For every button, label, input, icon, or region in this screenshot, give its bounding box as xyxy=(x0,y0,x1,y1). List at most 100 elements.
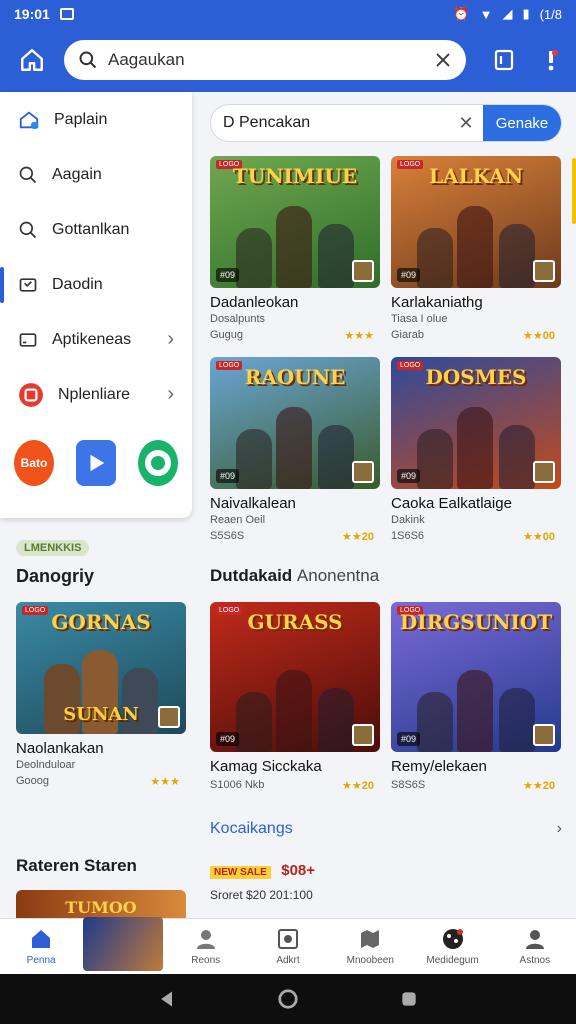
search-button[interactable]: Genake xyxy=(483,105,561,141)
app-shortcut-bato[interactable]: Bato xyxy=(14,440,54,486)
rating-stars: ★★20 xyxy=(342,531,374,543)
sidebar-item-aagain[interactable]: Aagain xyxy=(0,147,192,202)
system-navigation-bar xyxy=(0,974,576,1024)
nav-penna[interactable]: Penna xyxy=(0,919,82,974)
sidebar-item-daodin[interactable]: Daodin xyxy=(0,257,192,312)
game-logo: DIRGSUNIOT xyxy=(399,610,553,634)
game-thumbnail: LOGO DOSMES #09 xyxy=(391,357,561,489)
section-title: Danogriy xyxy=(16,566,95,586)
game-title: Caoka Ealkatlaige xyxy=(391,495,512,512)
sidebar-item-label: Gottanlkan xyxy=(52,220,130,238)
nav-adkrt[interactable]: Adkrt xyxy=(247,919,329,974)
home-icon[interactable] xyxy=(14,42,50,78)
status-bar: 19:01 ⏰ ▼ ◢ ▮ (1/8 xyxy=(0,0,576,28)
nav-reons[interactable]: Reons xyxy=(165,919,247,974)
game-title: Naivalkalean xyxy=(210,495,296,512)
game-meta: Giarab ★★00 xyxy=(391,329,555,342)
character-figure xyxy=(276,407,312,489)
nav-game-promo[interactable] xyxy=(82,916,164,974)
sidebar-item-label: Aagain xyxy=(52,165,102,183)
game-meta: S5S6S ★★20 xyxy=(210,530,374,543)
search-icon xyxy=(19,221,37,238)
character-figure xyxy=(318,425,354,489)
app-shortcut-ring-icon[interactable] xyxy=(138,440,178,486)
game-card[interactable]: LOGO TUNIMIUE #09 Dadanleokan Dosalpunts Gugu… xyxy=(210,156,380,342)
game-subtitle: Reaen Oeil xyxy=(210,514,266,526)
dice-icon xyxy=(441,927,465,951)
character-figure xyxy=(417,228,453,288)
clear-icon[interactable]: ✕ xyxy=(449,113,483,134)
game-title: Karlakaniathg xyxy=(391,294,483,311)
category-tag: LMENKKIS xyxy=(16,540,90,556)
sidebar-menu: Paplain Aagain Gottanlkan Daodin Aptiken… xyxy=(0,92,192,518)
game-thumbnail: LOGO GORNAS SUNAN xyxy=(16,602,186,734)
nav-mnoobeen[interactable]: Mnoobeen xyxy=(329,919,411,974)
window-icon xyxy=(19,332,37,347)
game-card[interactable]: LOGO DOSMES #09 Caoka Ealkatlaige Dakink 1S6S… xyxy=(391,357,561,543)
character-figure xyxy=(417,692,453,752)
sidebar-item-gottanlkan[interactable]: Gottanlkan xyxy=(0,202,192,257)
rating-stars: ★★00 xyxy=(523,531,555,543)
character-figure xyxy=(457,206,493,288)
promo-offer[interactable]: NEW SALE $08+ Sroret $20 201:100 xyxy=(210,862,315,902)
recents-icon[interactable] xyxy=(399,989,419,1009)
character-figure xyxy=(457,670,493,752)
character-figure xyxy=(499,425,535,489)
sidebar-item-paplain[interactable]: Paplain xyxy=(0,92,192,147)
mini-avatar xyxy=(533,260,555,282)
inner-search-bar[interactable]: D Pencakan ✕ Genake xyxy=(210,104,562,142)
sidebar-item-aptikeneas[interactable]: Aptikeneas › xyxy=(0,312,192,367)
rating-stars: ★★★ xyxy=(150,776,180,788)
nav-medidegum[interactable]: Medidegum xyxy=(411,919,493,974)
character-figure xyxy=(276,670,312,752)
sidebar-item-nplenliare[interactable]: Nplenliare › xyxy=(0,367,192,422)
home-circle-icon[interactable] xyxy=(277,988,299,1010)
game-meta: Gugug ★★★ xyxy=(210,329,374,342)
game-subtitle: Dosalpunts xyxy=(210,313,266,325)
game-title: Kamag Sicckaka xyxy=(210,758,322,775)
game-card[interactable]: LOGO GURASS #09 Kamag Sicckaka S1006 Nkb ★★20 xyxy=(210,602,380,792)
search-bar[interactable] xyxy=(64,40,466,80)
character-figure xyxy=(318,688,354,752)
sidebar-item-label: Daodin xyxy=(52,275,103,293)
game-thumbnail-partial[interactable]: TUMOO xyxy=(16,890,186,918)
mini-avatar xyxy=(352,461,374,483)
rank-badge: #09 xyxy=(216,732,240,746)
game-thumbnail: LOGO TUNIMIUE #09 xyxy=(210,156,380,288)
game-logo-sub: SUNAN xyxy=(63,704,139,725)
sidebar-item-label: Paplain xyxy=(54,110,108,128)
search-input[interactable] xyxy=(108,50,424,70)
mini-avatar xyxy=(533,724,555,746)
main-section-title: Dutdakaid Anonentna xyxy=(210,566,380,585)
bookmark-icon[interactable] xyxy=(492,48,516,72)
game-meta: S8S6S ★★20 xyxy=(391,779,555,792)
clear-icon[interactable] xyxy=(434,51,452,69)
back-icon[interactable] xyxy=(157,989,177,1009)
alert-icon[interactable] xyxy=(540,48,562,72)
rating-stars: ★★00 xyxy=(523,330,555,342)
app-red-icon xyxy=(19,382,43,407)
battery-icon: ▮ xyxy=(522,6,530,21)
game-logo: RAOUNE xyxy=(244,365,346,389)
game-card[interactable]: LOGO DIRGSUNIOT #09 Remy/elekaen S8S6S ★★20 xyxy=(391,602,561,792)
nav-astnos[interactable]: Astnos xyxy=(494,919,576,974)
game-logo: DOSMES xyxy=(425,365,527,389)
game-subtitle: Tiasa I olue xyxy=(391,313,448,325)
game-meta: 1S6S6 ★★00 xyxy=(391,530,555,543)
play-icon[interactable] xyxy=(76,440,116,486)
section-title-2: Rateren Staren xyxy=(16,856,137,875)
character-figure xyxy=(499,224,535,288)
game-thumbnail: LOGO DIRGSUNIOT #09 xyxy=(391,602,561,752)
game-card[interactable]: LOGO RAOUNE #09 Naivalkalean Reaen Oeil S5S6S… xyxy=(210,357,380,543)
mini-avatar xyxy=(158,706,180,728)
game-card-left[interactable]: LOGO GORNAS SUNAN Naolankakan Deolnduloa… xyxy=(16,602,186,788)
wifi-icon: ▼ xyxy=(479,6,493,22)
game-card[interactable]: LOGO LALKAN #09 Karlakaniathg Tiasa I olue Gi… xyxy=(391,156,561,342)
home-badge-icon xyxy=(19,111,39,129)
rank-badge: #09 xyxy=(216,268,240,282)
game-logo: GURASS xyxy=(247,610,343,634)
more-link[interactable]: Kocaikangs › xyxy=(210,820,562,838)
inner-search-input[interactable]: D Pencakan xyxy=(211,114,449,132)
app-bar xyxy=(0,28,576,92)
character-figure xyxy=(236,228,272,288)
